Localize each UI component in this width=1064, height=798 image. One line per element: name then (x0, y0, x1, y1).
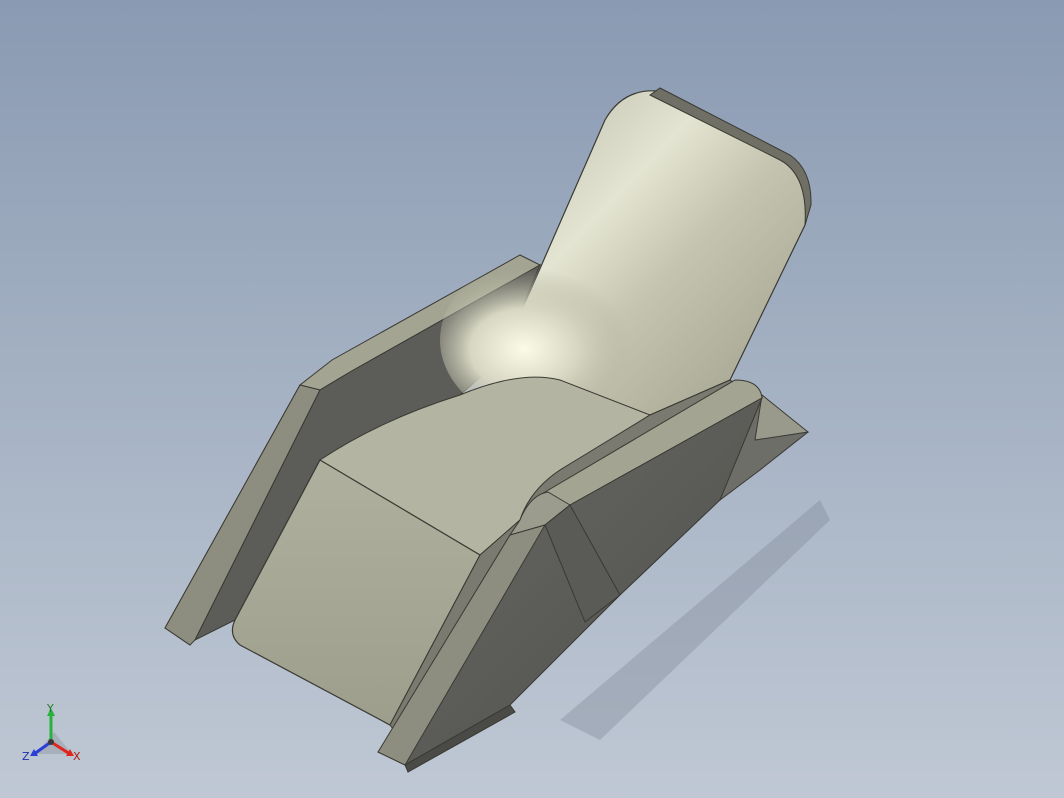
axis-triad: Y X Z (22, 704, 81, 763)
triad-y-label: Y (46, 704, 54, 715)
triad-z-label: Z (22, 750, 30, 763)
graphics-viewport[interactable]: Y X Z (0, 0, 1064, 798)
rear-support-top (754, 394, 810, 441)
chair-model[interactable] (0, 0, 1064, 798)
triad-x-label: X (73, 750, 81, 763)
